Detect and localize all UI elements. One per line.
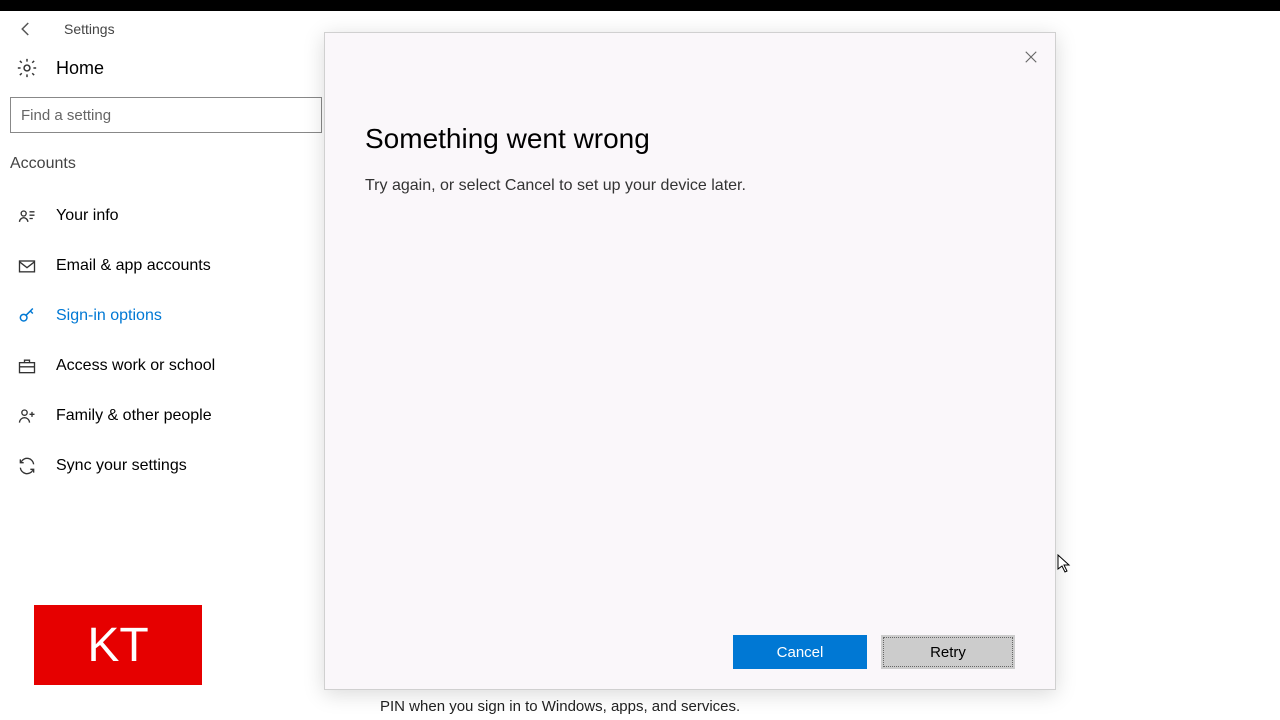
search-input[interactable]: Find a setting [10, 97, 322, 133]
briefcase-icon [16, 355, 38, 377]
dialog-message: Try again, or select Cancel to set up yo… [365, 177, 1015, 195]
cancel-button[interactable]: Cancel [733, 635, 867, 669]
nav-item-label: Your info [56, 207, 119, 225]
people-plus-icon [16, 405, 38, 427]
kt-logo: KT [34, 605, 202, 685]
back-arrow-icon[interactable] [16, 19, 36, 39]
nav-item-label: Family & other people [56, 407, 212, 425]
nav-item-label: Sync your settings [56, 457, 187, 475]
mouse-cursor-icon [1057, 554, 1073, 574]
gear-icon [16, 57, 38, 79]
nav-item-label: Email & app accounts [56, 257, 211, 275]
nav-item-label: Sign-in options [56, 307, 162, 325]
background-pin-text: PIN when you sign in to Windows, apps, a… [380, 698, 740, 715]
envelope-icon [16, 255, 38, 277]
search-placeholder: Find a setting [21, 107, 111, 124]
retry-button[interactable]: Retry [881, 635, 1015, 669]
window-title: Settings [64, 21, 115, 37]
sync-icon [16, 455, 38, 477]
nav-item-label: Access work or school [56, 357, 215, 375]
key-icon [16, 305, 38, 327]
person-card-icon [16, 205, 38, 227]
top-black-bar [0, 0, 1280, 11]
dialog-title: Something went wrong [365, 123, 1015, 155]
kt-logo-text: KT [87, 618, 148, 673]
home-label: Home [56, 58, 104, 79]
close-icon[interactable] [1021, 47, 1041, 67]
error-dialog: Something went wrong Try again, or selec… [324, 32, 1056, 690]
